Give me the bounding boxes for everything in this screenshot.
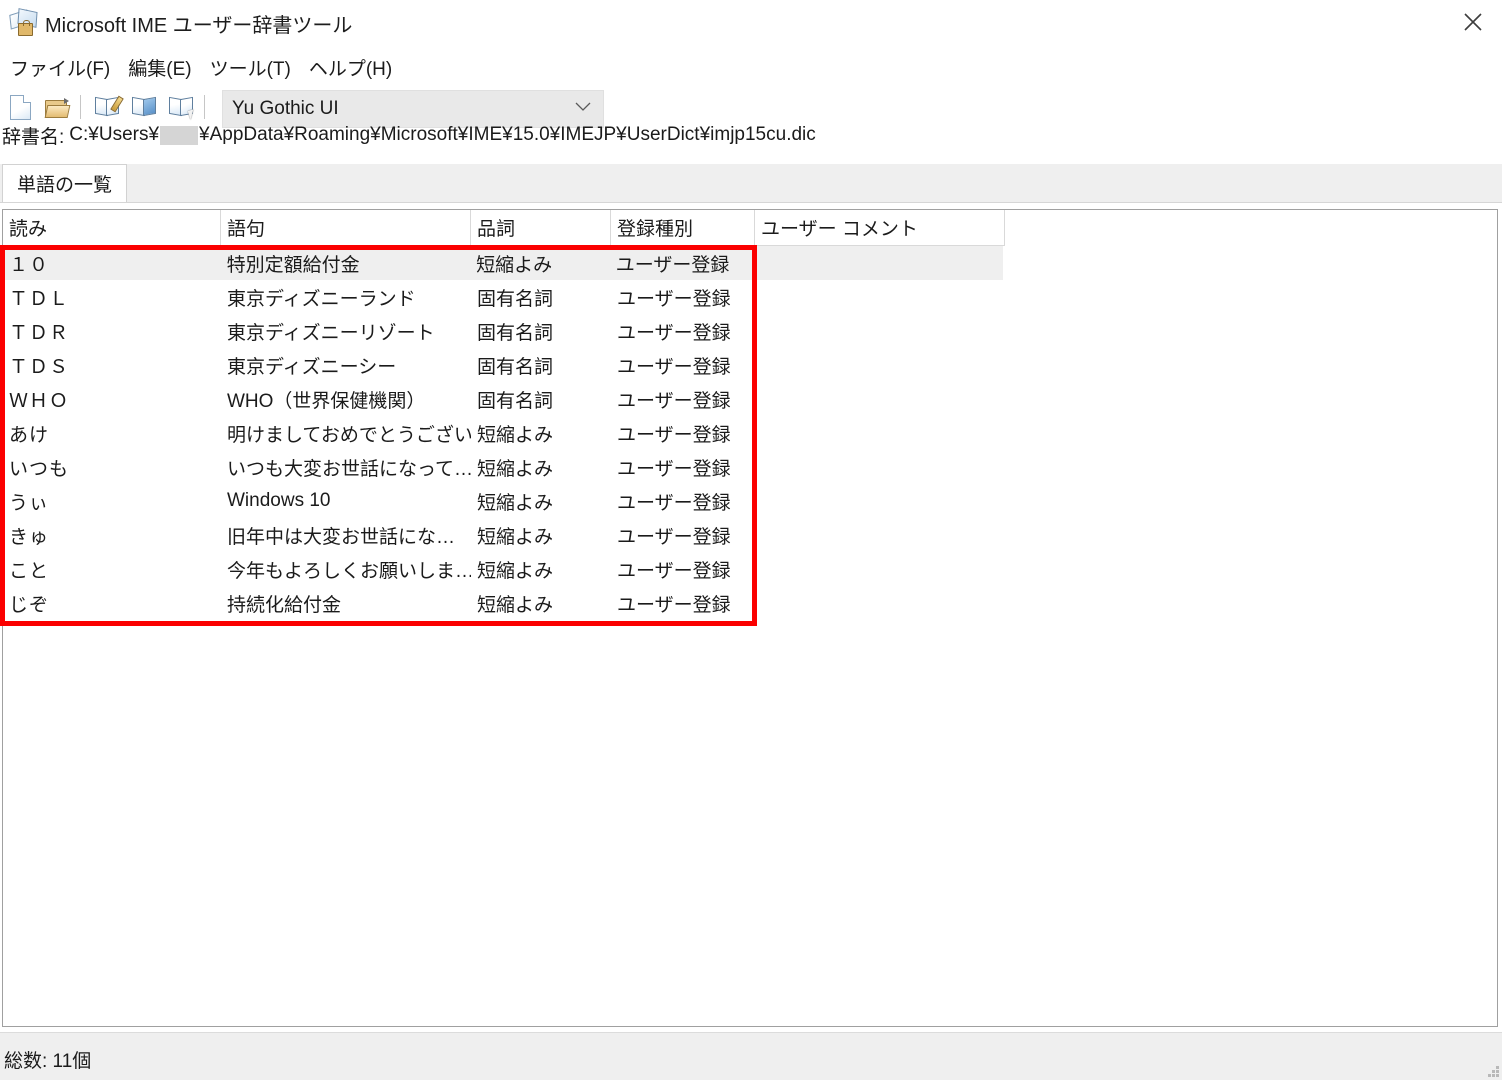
menu-bar: ファイル(F) 編集(E) ツール(T) ヘルプ(H) <box>0 52 1502 84</box>
cell-type: ユーザー登録 <box>617 356 731 378</box>
menu-item-tools[interactable]: ツール(T) <box>201 53 300 83</box>
cell-pos: 固有名詞 <box>477 322 554 344</box>
toolbar-separator-1 <box>80 95 81 119</box>
cell-reading: いつも <box>9 458 70 480</box>
register-word-button[interactable] <box>164 90 198 124</box>
cell-reading: じぞ <box>9 594 50 616</box>
cell-reading: １０ <box>9 254 50 276</box>
cell-type: ユーザー登録 <box>615 254 730 276</box>
list-header: 読み 語句 品詞 登録種別 ユーザー コメント <box>3 210 1005 246</box>
cell-reading: ＷＨＯ <box>9 390 70 412</box>
resize-grip-icon[interactable] <box>1484 1062 1499 1077</box>
menu-item-file[interactable]: ファイル(F) <box>1 53 119 83</box>
new-dictionary-button[interactable] <box>3 90 37 124</box>
table-row[interactable]: ＷＨＯ WHO（世界保健機関） 固有名詞 ユーザー登録 <box>3 382 1497 416</box>
cell-word: 明けましておめでとうござい… <box>227 424 471 446</box>
status-total-count: 総数: 11個 <box>4 1051 92 1072</box>
menu-item-help[interactable]: ヘルプ(H) <box>300 53 401 83</box>
column-header-reading[interactable]: 読み <box>3 210 221 245</box>
cell-pos: 短縮よみ <box>477 492 554 514</box>
cell-type: ユーザー登録 <box>617 492 731 514</box>
dictionary-path: 辞書名: C:¥Users¥ ¥AppData¥Roaming¥Microsof… <box>2 122 816 148</box>
cell-pos: 短縮よみ <box>477 458 554 480</box>
cell-reading: ＴＤＳ <box>9 356 70 378</box>
cell-word: 今年もよろしくお願いしま… <box>227 560 471 582</box>
column-header-comment[interactable]: ユーザー コメント <box>755 210 1005 245</box>
table-row[interactable]: ＴＤＳ 東京ディズニーシー 固有名詞 ユーザー登録 <box>3 348 1497 382</box>
cell-type: ユーザー登録 <box>617 560 731 582</box>
table-row[interactable]: いつも いつも大変お世話になって… 短縮よみ ユーザー登録 <box>3 450 1497 484</box>
cell-word: WHO（世界保健機関） <box>227 390 426 412</box>
cell-pos: 短縮よみ <box>477 594 554 616</box>
table-row[interactable]: きゅ 旧年中は大変お世話にな… 短縮よみ ユーザー登録 <box>3 518 1497 552</box>
toolbar-separator-2 <box>204 95 205 119</box>
cell-pos: 短縮よみ <box>476 254 553 276</box>
cell-pos: 固有名詞 <box>477 390 554 412</box>
cell-word: 東京ディズニーシー <box>227 356 397 378</box>
cell-pos: 短縮よみ <box>477 424 554 446</box>
table-row[interactable]: ＴＤＬ 東京ディズニーランド 固有名詞 ユーザー登録 <box>3 280 1497 314</box>
open-dictionary-button[interactable] <box>40 90 74 124</box>
cell-reading: ＴＤＲ <box>9 322 70 344</box>
table-row[interactable]: うぃ Windows 10 短縮よみ ユーザー登録 <box>3 484 1497 518</box>
cell-type: ユーザー登録 <box>617 424 731 446</box>
dictionary-path-after: ¥AppData¥Roaming¥Microsoft¥IME¥15.0¥IMEJ… <box>199 124 816 145</box>
cell-word: 持続化給付金 <box>227 594 342 616</box>
column-header-word[interactable]: 語句 <box>221 210 471 245</box>
window-title: Microsoft IME ユーザー辞書ツール <box>45 14 353 37</box>
list-rows: １０ 特別定額給付金 短縮よみ ユーザー登録 ＴＤＬ 東京ディズニーランド 固有… <box>3 246 1497 620</box>
cell-word: 特別定額給付金 <box>226 254 360 276</box>
cell-reading: あけ <box>9 424 50 446</box>
cell-type: ユーザー登録 <box>617 526 731 548</box>
add-word-button[interactable] <box>90 90 124 124</box>
table-row[interactable]: １０ 特別定額給付金 短縮よみ ユーザー登録 <box>3 246 1003 280</box>
cell-pos: 固有名詞 <box>477 356 554 378</box>
close-button[interactable] <box>1444 0 1502 44</box>
word-list-view: 読み 語句 品詞 登録種別 ユーザー コメント １０ 特別定額給付金 短縮よみ … <box>2 209 1498 1027</box>
cell-reading: ＴＤＬ <box>9 288 70 310</box>
status-bar: 総数: 11個 <box>0 1032 1502 1080</box>
column-header-pos[interactable]: 品詞 <box>471 210 611 245</box>
register-word-icon <box>169 96 197 120</box>
table-row[interactable]: あけ 明けましておめでとうござい… 短縮よみ ユーザー登録 <box>3 416 1497 450</box>
dictionary-path-label: 辞書名: <box>2 126 65 148</box>
title-bar: Microsoft IME ユーザー辞書ツール <box>0 0 1502 46</box>
cell-reading: こと <box>9 560 50 582</box>
font-select-value: Yu Gothic UI <box>232 98 339 119</box>
add-word-icon <box>95 95 124 118</box>
cell-word: いつも大変お世話になって… <box>227 458 471 480</box>
cell-type: ユーザー登録 <box>617 322 731 344</box>
cell-pos: 短縮よみ <box>477 560 554 582</box>
delete-word-icon <box>132 96 156 118</box>
cell-pos: 固有名詞 <box>477 288 554 310</box>
open-folder-icon <box>44 97 71 118</box>
cell-reading: きゅ <box>9 526 50 548</box>
cell-type: ユーザー登録 <box>617 594 731 616</box>
dictionary-book-icon <box>9 8 38 37</box>
cell-word: Windows 10 <box>227 490 331 511</box>
cell-word: 東京ディズニーランド <box>227 288 416 310</box>
menu-item-edit[interactable]: 編集(E) <box>119 53 200 83</box>
cell-type: ユーザー登録 <box>617 288 731 310</box>
dictionary-path-before: C:¥Users¥ <box>69 124 160 145</box>
tab-word-list[interactable]: 単語の一覧 <box>2 164 128 202</box>
cell-reading: うぃ <box>9 492 50 514</box>
table-row[interactable]: こと 今年もよろしくお願いしま… 短縮よみ ユーザー登録 <box>3 552 1497 586</box>
table-row[interactable]: ＴＤＲ 東京ディズニーリゾート 固有名詞 ユーザー登録 <box>3 314 1497 348</box>
new-document-icon <box>9 94 31 120</box>
cell-type: ユーザー登録 <box>617 390 731 412</box>
cell-pos: 短縮よみ <box>477 526 554 548</box>
table-row[interactable]: じぞ 持続化給付金 短縮よみ ユーザー登録 <box>3 586 1497 620</box>
column-header-type[interactable]: 登録種別 <box>611 210 755 245</box>
cell-word: 旧年中は大変お世話にな… <box>227 526 456 548</box>
redacted-username <box>160 125 199 145</box>
chevron-down-icon <box>575 102 591 111</box>
delete-word-button[interactable] <box>127 90 161 124</box>
tab-strip: 単語の一覧 <box>0 164 1502 203</box>
close-icon <box>1464 13 1482 31</box>
cell-type: ユーザー登録 <box>617 458 731 480</box>
cell-word: 東京ディズニーリゾート <box>227 322 435 344</box>
